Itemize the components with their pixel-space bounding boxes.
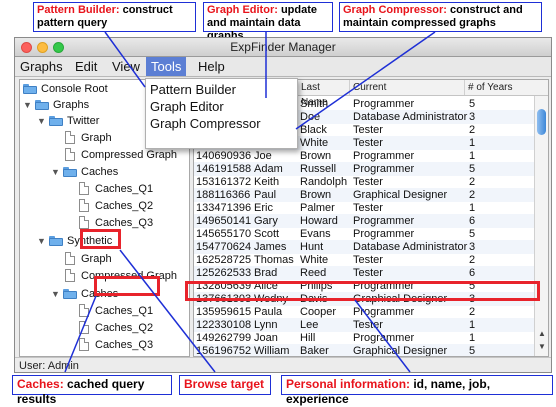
leader-line-browse (119, 249, 216, 373)
callout-caches-title: Caches: (17, 377, 64, 391)
callout-browse-target: Browse target (179, 375, 271, 395)
leader-line-graph-compressor (295, 31, 436, 130)
callout-personal-title: Personal information: (286, 377, 411, 391)
callout-personal-information: Personal information: id, name, job, exp… (281, 375, 553, 406)
callout-browse-title: Browse target (184, 377, 265, 391)
callout-caches: Caches: cached query results (12, 375, 172, 406)
leader-line-personal (354, 299, 411, 373)
leader-line-pattern-builder (104, 31, 146, 88)
callout-leader-lines (64, 31, 436, 373)
leader-line-caches (64, 295, 97, 373)
